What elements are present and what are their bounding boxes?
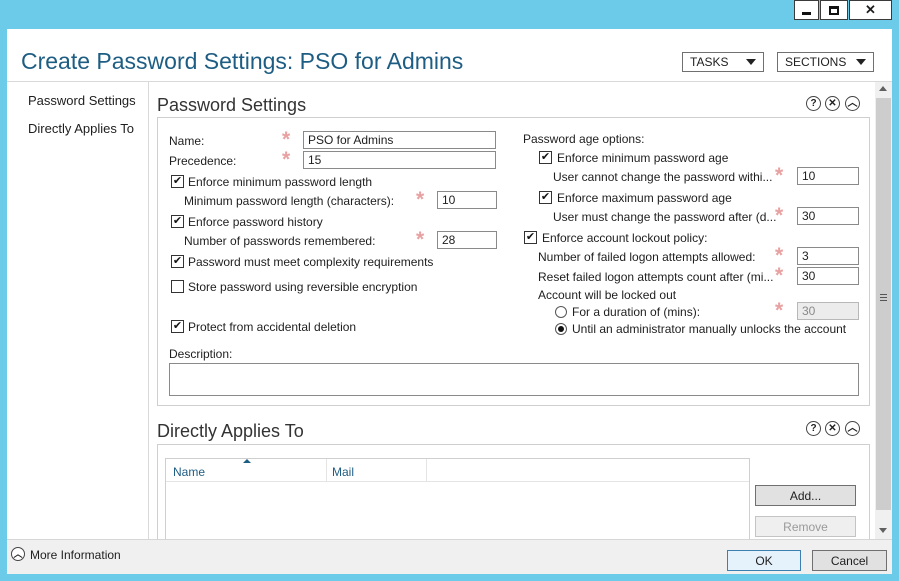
description-field[interactable] [169,363,859,396]
help-icon[interactable]: ? [806,421,821,436]
tasks-dropdown[interactable]: TASKS [682,52,764,72]
required-icon: * [416,228,425,251]
protect-label: Protect from accidental deletion [188,320,357,334]
password-settings-panel: Name: * PSO for Admins Precedence: * 15 … [157,117,870,406]
add-button[interactable]: Add... [755,485,856,506]
required-icon: * [775,264,784,287]
dialog-content: Create Password Settings: PSO for Admins… [7,29,892,540]
nav-item-password-settings[interactable]: Password Settings [28,93,136,108]
required-icon: * [775,164,784,187]
enforce-min-age-checkbox[interactable]: ✔ [539,151,552,164]
lockout-checkbox[interactable]: ✔ [524,231,537,244]
enforce-history-label: Enforce password history [188,215,323,229]
reversible-label: Store password using reversible encrypti… [188,280,418,294]
precedence-label: Precedence: [169,154,237,168]
required-icon: * [416,188,425,211]
cancel-button[interactable]: Cancel [812,550,887,571]
duration-radio[interactable] [555,306,567,318]
failed-attempts-field[interactable]: 3 [797,247,859,265]
applies-to-panel: Name Mail Add... Remove [157,444,870,540]
locked-out-label: Account will be locked out [538,288,677,302]
chevron-down-icon [856,59,866,65]
min-age-field[interactable]: 10 [797,167,859,185]
tasks-label: TASKS [690,55,729,69]
column-name[interactable]: Name [173,465,205,479]
minimize-icon [802,11,811,15]
complexity-checkbox[interactable]: ✔ [171,255,184,268]
failed-attempts-label: Number of failed logon attempts allowed: [538,250,756,264]
applies-to-grid: Name Mail [165,458,750,540]
reset-field[interactable]: 30 [797,267,859,285]
age-options-label: Password age options: [523,132,645,146]
duration-label: For a duration of (mins): [572,305,701,319]
max-age-field[interactable]: 30 [797,207,859,225]
enforce-min-length-label: Enforce minimum password length [188,175,373,189]
required-icon: * [282,128,291,151]
protect-checkbox[interactable]: ✔ [171,320,184,333]
until-admin-label: Until an administrator manually unlocks … [572,322,847,336]
grid-header: Name Mail [166,459,749,482]
expand-up-icon[interactable]: ︿ [11,547,25,561]
help-icon[interactable]: ? [806,96,821,111]
remove-button[interactable]: Remove [755,516,856,537]
remembered-field[interactable]: 28 [437,231,497,249]
reset-label: Reset failed logon attempts count after … [538,270,774,284]
column-mail[interactable]: Mail [332,465,354,479]
close-section-icon[interactable]: ✕ [825,96,840,111]
precedence-field[interactable]: 15 [303,151,496,169]
required-icon: * [775,299,784,322]
vertical-scrollbar[interactable] [875,82,892,539]
close-section-icon[interactable]: ✕ [825,421,840,436]
name-field[interactable]: PSO for Admins [303,131,496,149]
min-length-label: Minimum password length (characters): [184,194,395,208]
scroll-up-icon[interactable] [879,86,887,91]
column-divider [326,459,327,482]
sections-dropdown[interactable]: SECTIONS [777,52,874,72]
complexity-label: Password must meet complexity requiremen… [188,255,434,269]
grip-icon [880,294,887,295]
description-label: Description: [169,347,233,361]
enforce-history-checkbox[interactable]: ✔ [171,215,184,228]
sections-label: SECTIONS [785,55,847,69]
lockout-label: Enforce account lockout policy: [542,231,708,245]
maximize-icon [829,5,839,15]
page-title: Create Password Settings: PSO for Admins [21,48,464,74]
collapse-icon[interactable]: ︿ [845,421,860,436]
footer-bar: ︿ More Information OK Cancel [7,539,892,574]
nav-item-directly-applies-to[interactable]: Directly Applies To [28,121,134,136]
close-icon: ✕ [865,2,876,17]
required-icon: * [775,204,784,227]
minimize-button[interactable] [794,0,819,20]
duration-field[interactable]: 30 [797,302,859,320]
min-age-label: User cannot change the password withi... [553,170,773,184]
max-age-label: User must change the password after (d..… [553,210,777,224]
password-settings-heading: Password Settings [157,95,307,115]
enforce-max-age-checkbox[interactable]: ✔ [539,191,552,204]
sort-ascending-icon [243,459,251,463]
until-admin-radio[interactable] [555,323,567,335]
enforce-max-age-label: Enforce maximum password age [557,191,732,205]
required-icon: * [282,148,291,171]
ok-button[interactable]: OK [727,550,801,571]
reversible-checkbox[interactable] [171,280,184,293]
column-divider [426,459,427,482]
maximize-button[interactable] [820,0,848,20]
min-length-field[interactable]: 10 [437,191,497,209]
header-divider [7,81,892,82]
enforce-min-length-checkbox[interactable]: ✔ [171,175,184,188]
applies-to-heading: Directly Applies To [157,421,304,441]
enforce-min-age-label: Enforce minimum password age [557,151,729,165]
close-button[interactable]: ✕ [849,0,892,20]
required-icon: * [775,244,784,267]
remembered-label: Number of passwords remembered: [184,234,376,248]
nav-divider [148,82,149,539]
scroll-thumb[interactable] [876,98,891,510]
name-label: Name: [169,134,205,148]
more-info-link[interactable]: More Information [30,548,121,562]
collapse-icon[interactable]: ︿ [845,96,860,111]
chevron-down-icon [746,59,756,65]
scroll-down-icon[interactable] [879,528,887,533]
